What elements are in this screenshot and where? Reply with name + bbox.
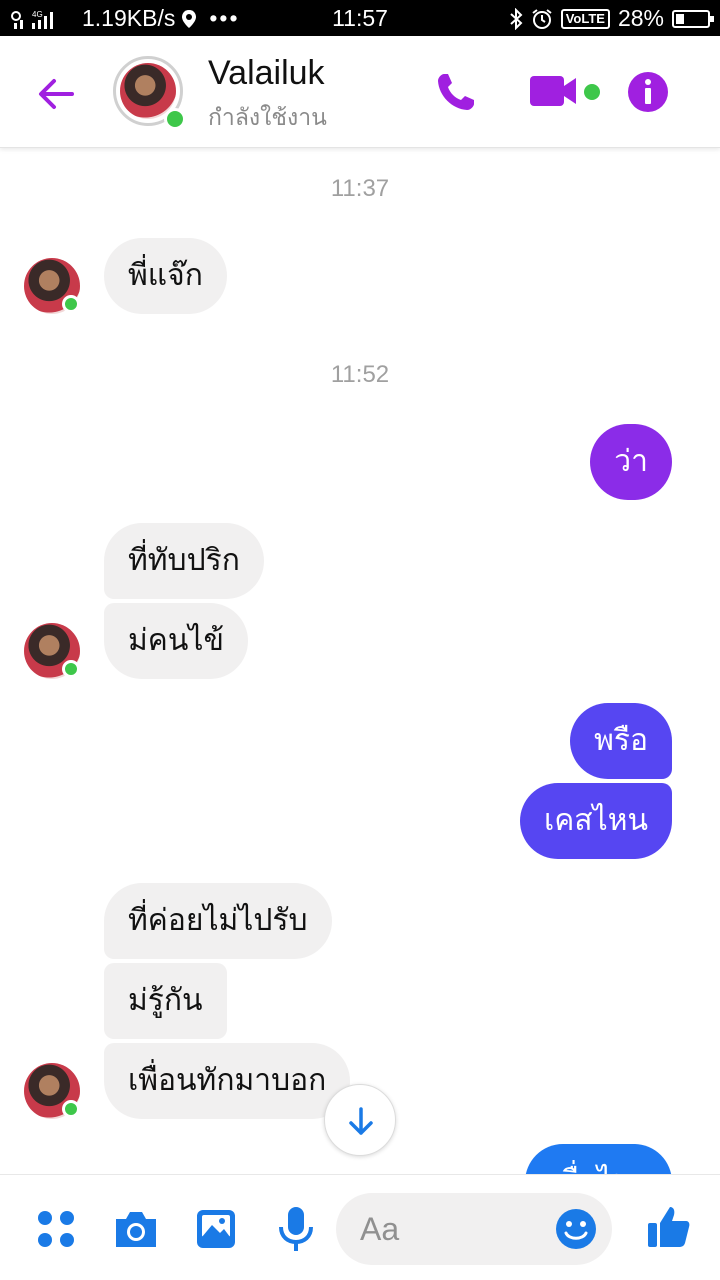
conversation-header xyxy=(0,36,720,148)
online-indicator xyxy=(62,660,80,678)
timestamp: 11:52 xyxy=(330,361,390,388)
online-indicator xyxy=(164,108,186,130)
message-bubble-incoming[interactable]: เพื่อนทักมาบอก xyxy=(104,1043,351,1119)
thumbs-up-icon[interactable] xyxy=(644,1203,692,1251)
battery-icon xyxy=(672,9,714,28)
apps-grid-icon[interactable] xyxy=(36,1209,76,1249)
battery-percent: 28% xyxy=(617,5,664,31)
message-bubble-incoming[interactable]: ที่ค่อยไม่ไปรับ xyxy=(104,883,332,959)
info-icon[interactable] xyxy=(626,70,670,114)
message-bubble-outgoing[interactable]: พรือ xyxy=(570,703,672,779)
bluetooth-icon xyxy=(510,7,523,30)
image-icon[interactable] xyxy=(194,1207,238,1251)
message-bubble-incoming[interactable]: พี่แจ๊ก xyxy=(104,238,227,314)
message-bubble-incoming[interactable]: ม่รู้กัน xyxy=(104,963,227,1039)
composer-bar: Aa xyxy=(0,1174,720,1280)
contact-name[interactable]: Valailuk xyxy=(208,54,325,93)
phone-icon[interactable] xyxy=(434,70,478,114)
message-bubble-incoming[interactable]: ม่คนไข้ xyxy=(104,603,248,679)
timestamp: 11:37 xyxy=(330,175,390,202)
status-bar: 4G 1.19KB/s ••• 11:57 VoLTE 28% xyxy=(0,0,720,36)
video-camera-icon[interactable] xyxy=(528,72,604,112)
message-bubble-incoming[interactable]: ที่ทับปริก xyxy=(104,523,264,599)
arrow-down-icon xyxy=(349,1107,373,1135)
microphone-icon[interactable] xyxy=(276,1205,316,1253)
scroll-to-bottom-button[interactable] xyxy=(324,1084,396,1156)
back-arrow-icon[interactable] xyxy=(34,72,78,116)
message-bubble-outgoing[interactable]: เมื่อไหร xyxy=(524,1144,672,1174)
message-bubble-outgoing[interactable]: เคสไหน xyxy=(519,783,672,859)
contact-status: กำลังใช้งาน xyxy=(208,105,327,131)
online-indicator xyxy=(62,1100,80,1118)
message-input-placeholder: Aa xyxy=(360,1211,400,1247)
message-bubble-outgoing[interactable]: ว่า xyxy=(590,424,672,500)
online-indicator xyxy=(62,295,80,313)
emoji-icon[interactable] xyxy=(554,1207,598,1251)
camera-icon[interactable] xyxy=(112,1207,160,1251)
alarm-icon xyxy=(532,8,552,29)
volte-badge: VoLTE xyxy=(560,8,610,29)
